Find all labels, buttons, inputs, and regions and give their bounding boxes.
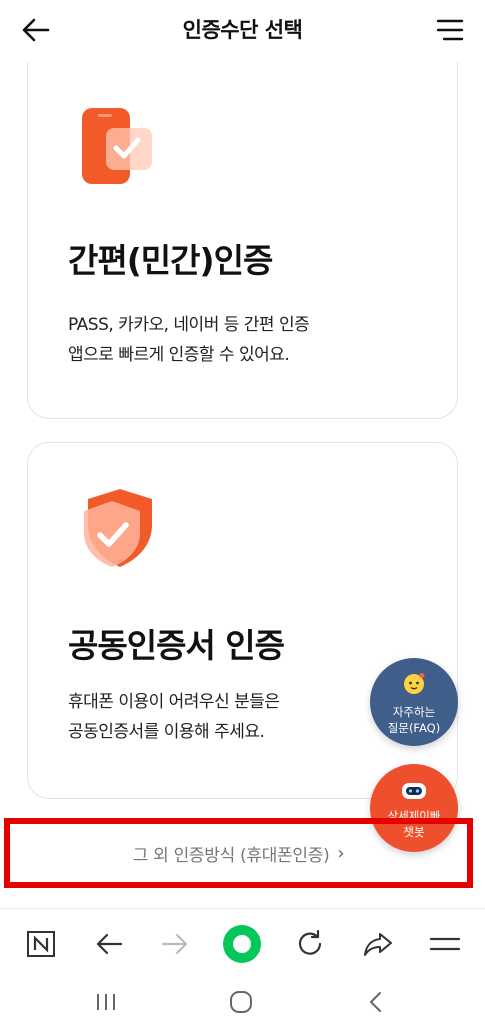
home-icon[interactable]	[227, 988, 255, 1016]
shield-check-icon	[84, 489, 152, 567]
naver-n-icon[interactable]	[24, 927, 58, 961]
page-title: 인증수단 선택	[182, 18, 303, 42]
robot-icon	[402, 783, 426, 799]
share-icon[interactable]	[361, 927, 395, 961]
lightbulb-face-icon	[404, 673, 425, 694]
faq-label-line: 자주하는	[392, 705, 436, 719]
chevron-right-icon: ›	[337, 842, 345, 864]
recent-apps-icon[interactable]	[92, 988, 120, 1016]
certificate-auth-card[interactable]: 공동인증서 인증 휴대폰 이용이 어려우신 분들은 공동인증서를 이용해 주세요…	[27, 442, 458, 799]
card-desc-line: 공동인증서를 이용해 주세요.	[68, 722, 265, 742]
browser-toolbar	[0, 908, 485, 977]
card-desc-line: 앱으로 빠르게 인증할 수 있어요.	[68, 345, 290, 365]
hamburger-menu-icon[interactable]	[435, 16, 465, 44]
card-description: 휴대폰 이용이 어려우신 분들은 공동인증서를 이용해 주세요.	[68, 687, 408, 747]
back-icon[interactable]	[362, 988, 390, 1016]
forward-arrow-icon[interactable]	[158, 927, 192, 961]
system-navigation-bar	[0, 976, 485, 1024]
faq-label-line: 질문(FAQ)	[387, 721, 441, 735]
faq-label: 자주하는 질문(FAQ)	[370, 704, 458, 736]
menu-icon[interactable]	[428, 927, 462, 961]
phone-check-icon	[82, 108, 152, 184]
back-arrow-icon[interactable]	[92, 927, 126, 961]
app-header: 인증수단 선택	[0, 0, 485, 62]
other-auth-method-link[interactable]: 그 외 인증방식 (휴대폰인증) ›	[4, 818, 473, 888]
naver-green-dot-icon[interactable]	[222, 924, 262, 964]
card-desc-line: 휴대폰 이용이 어려우신 분들은	[68, 692, 280, 712]
card-title: 간편(민간)인증	[68, 241, 273, 280]
card-title: 공동인증서 인증	[68, 626, 285, 665]
simple-auth-card[interactable]: 간편(민간)인증 PASS, 카카오, 네이버 등 간편 인증 앱으로 빠르게 …	[27, 62, 458, 419]
faq-button[interactable]: 자주하는 질문(FAQ)	[370, 658, 458, 746]
refresh-icon[interactable]	[293, 927, 327, 961]
other-auth-method-label: 그 외 인증방식 (휴대폰인증)	[132, 845, 330, 866]
card-description: PASS, 카카오, 네이버 등 간편 인증 앱으로 빠르게 인증할 수 있어요…	[68, 310, 408, 370]
card-desc-line: PASS, 카카오, 네이버 등 간편 인증	[68, 315, 310, 335]
